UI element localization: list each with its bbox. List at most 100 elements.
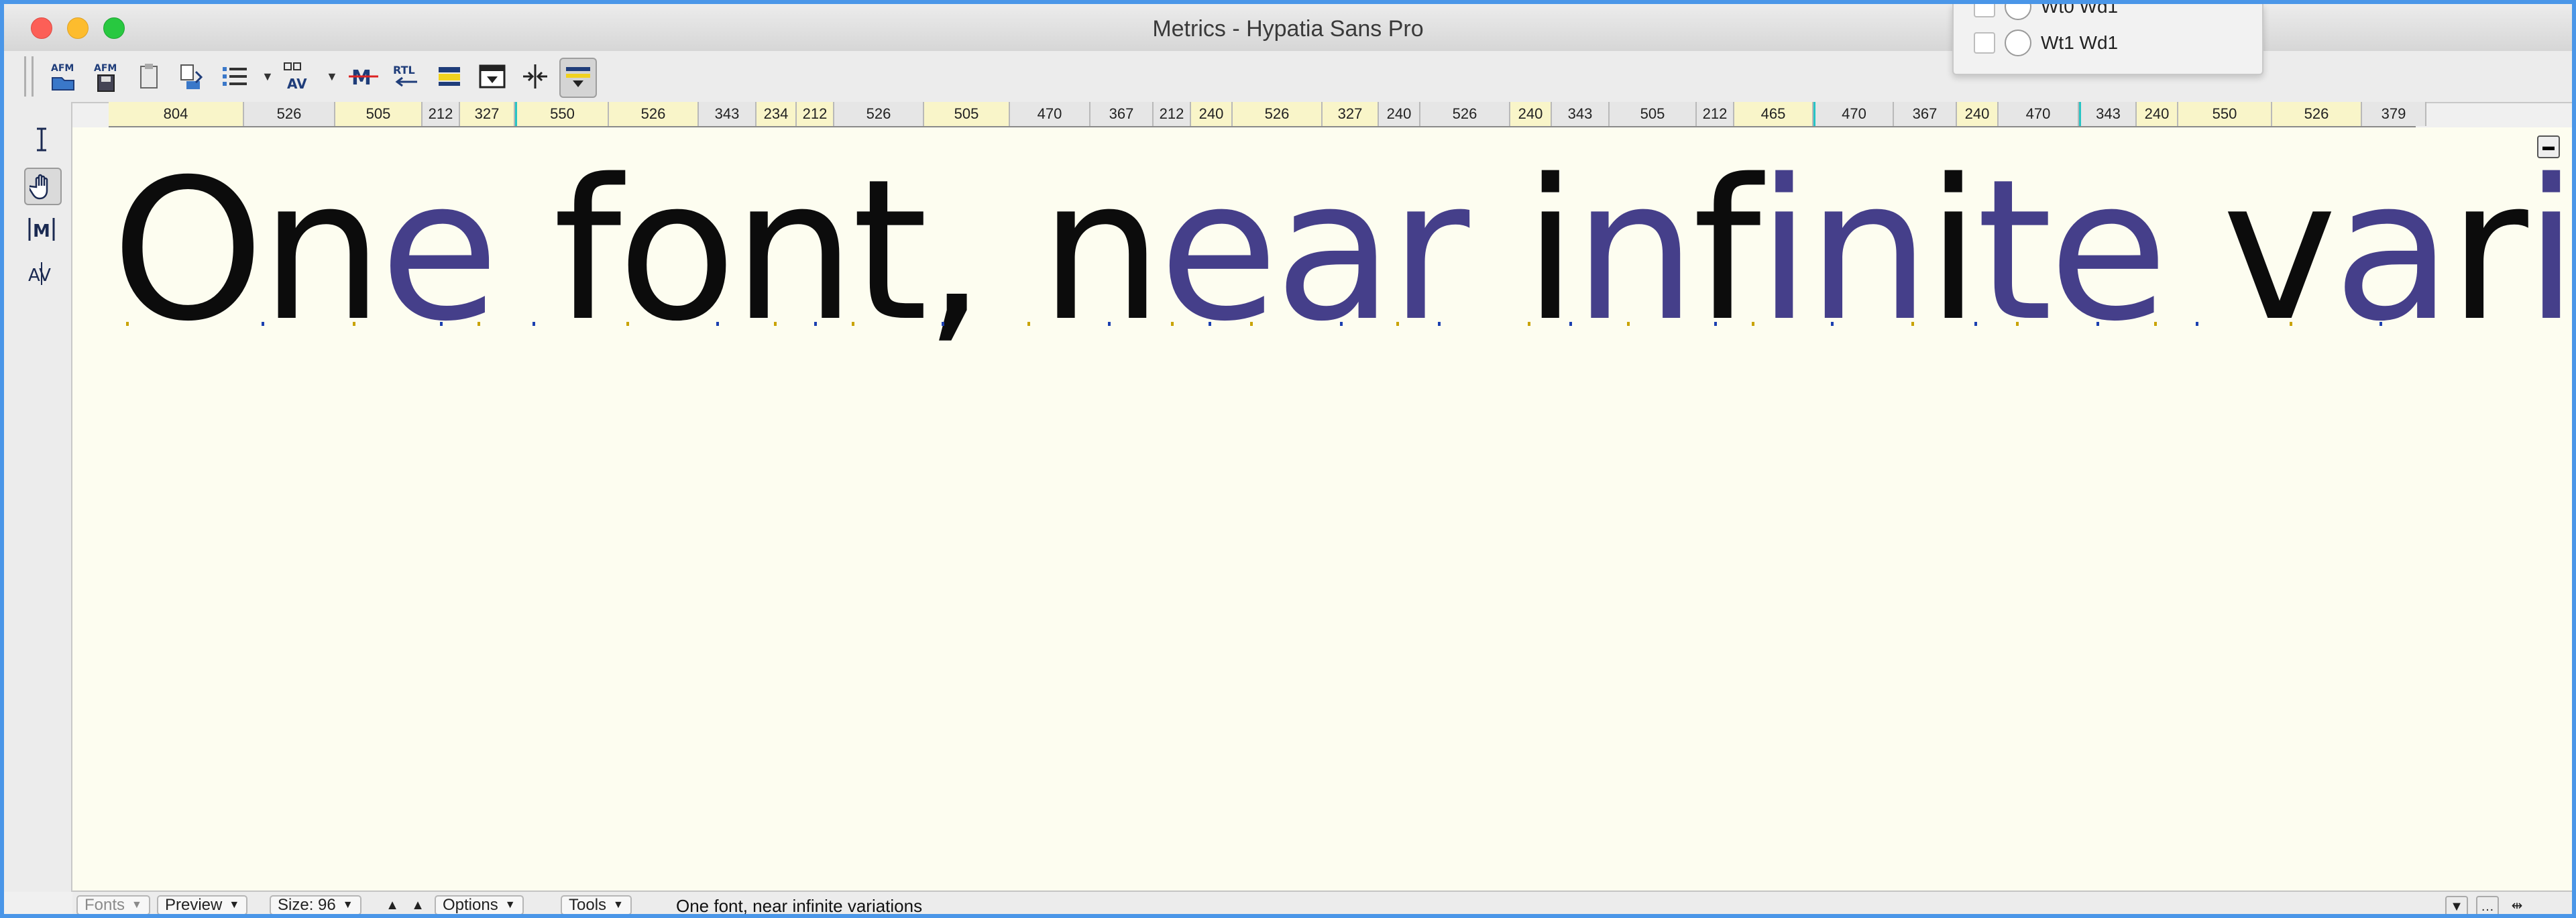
sample-text-segment: i <box>1756 138 1811 364</box>
more-icon[interactable]: … <box>2476 896 2499 914</box>
kerning-av-icon[interactable]: AV <box>280 58 315 95</box>
ruler-cell: 550 <box>515 102 609 126</box>
save-afm-icon[interactable]: AFM <box>89 58 123 95</box>
import-icon[interactable] <box>174 58 209 95</box>
ruler-cell: 379 <box>2362 102 2426 126</box>
tools-dropdown-label: Tools <box>569 896 607 914</box>
metrics-m-icon[interactable]: M <box>346 58 381 95</box>
ruler-cell: 367 <box>1090 102 1154 126</box>
glyph-origin-marker <box>2196 322 2198 326</box>
fonts-dropdown[interactable]: Fonts ▼ <box>76 895 150 914</box>
ruler-cell: 470 <box>1010 102 1090 126</box>
glyph-origin-marker <box>1831 322 1834 326</box>
glyph-origin-marker <box>1171 322 1174 326</box>
size-dropdown[interactable]: Size: 96 ▼ <box>270 895 361 914</box>
ruler-cell: 505 <box>924 102 1010 126</box>
glyph-origin-marker <box>126 322 129 326</box>
instance-row-wt0-wd1[interactable]: Wt0 Wd1 <box>1974 4 2118 20</box>
ruler-cell: 505 <box>1610 102 1697 126</box>
sample-text-segment: ia <box>2524 138 2575 364</box>
chevron-down-icon: ▼ <box>342 899 353 911</box>
insert-icon[interactable] <box>518 58 553 95</box>
ruler-cell: 526 <box>2272 102 2362 126</box>
ruler-cell: 367 <box>1894 102 1957 126</box>
chevron-down-icon: ▼ <box>504 899 516 911</box>
sample-text-segment: font, n <box>495 138 1163 364</box>
ruler-cell: 526 <box>609 102 699 126</box>
ruler-cell: 343 <box>699 102 757 126</box>
sample-text-segment: v <box>2164 138 2337 364</box>
glyph-origin-marker <box>1108 322 1111 326</box>
preview-dropdown[interactable]: Preview ▼ <box>157 895 248 914</box>
glyph-origin-marker <box>716 322 719 326</box>
kerning-tool-icon[interactable]: AV <box>24 256 59 291</box>
chevron-down-icon[interactable]: ▼ <box>2445 896 2468 914</box>
sample-text-segment: i <box>1465 138 1577 364</box>
large-mountain-icon[interactable]: ▲ <box>408 896 428 914</box>
ruler-cell: 240 <box>1379 102 1420 126</box>
tools-dropdown[interactable]: Tools ▼ <box>561 895 632 914</box>
sample-text-segment: a <box>2333 138 2453 364</box>
clipboard-icon[interactable] <box>131 58 166 95</box>
open-afm-icon[interactable]: AFM <box>46 58 80 95</box>
glyph-origin-marker <box>1027 322 1030 326</box>
ruler-cell: 234 <box>757 102 797 126</box>
panel-down-icon[interactable] <box>475 58 510 95</box>
ruler-cell: 470 <box>1813 102 1894 126</box>
baseline-icon[interactable] <box>559 58 597 98</box>
glyph-origin-marker <box>1627 322 1630 326</box>
glyph-origin-marker <box>1209 322 1211 326</box>
ruler-cell: 212 <box>797 102 834 126</box>
sample-text-field[interactable]: One font, near infinite variations <box>676 896 922 914</box>
glyph-origin-marker <box>626 322 629 326</box>
kerning-dropdown-caret-icon[interactable]: ▼ <box>326 70 338 84</box>
ruler-cell: 343 <box>1552 102 1610 126</box>
sample-text-segment: e <box>380 138 499 364</box>
instance-checkbox[interactable] <box>1974 4 1995 17</box>
metrics-tool-icon[interactable]: M <box>24 212 59 247</box>
sample-text-segment: i <box>1926 138 1980 364</box>
ruler-cell: 212 <box>1154 102 1191 126</box>
ruler-cell: 240 <box>1191 102 1233 126</box>
chevron-down-icon: ▼ <box>229 899 240 911</box>
list-dropdown-caret-icon[interactable]: ▼ <box>262 70 274 84</box>
glyph-origin-marker <box>440 322 443 326</box>
highlight-icon[interactable] <box>432 58 467 95</box>
small-mountain-icon[interactable]: ▲ <box>382 896 402 914</box>
sample-text-display[interactable]: One font, near infinite variations <box>111 154 2572 349</box>
ruler-cell: 212 <box>423 102 460 126</box>
glyph-origin-marker <box>2290 322 2292 326</box>
text-cursor-tool-icon[interactable] <box>24 122 59 157</box>
glyph-origin-marker <box>533 322 535 326</box>
list-icon[interactable] <box>217 58 252 95</box>
bottom-bar: Fonts ▼ Preview ▼ Size: 96 ▼ ▲ ▲ Options ▼ T… <box>72 891 2572 914</box>
svg-text:M: M <box>33 221 50 241</box>
sample-text-segment: ea <box>1158 138 1394 364</box>
svg-text:AV: AV <box>28 266 51 286</box>
toolbar-grip[interactable] <box>24 56 34 97</box>
split-view-icon[interactable]: ⇹ <box>2507 896 2527 914</box>
glyph-origin-marker <box>814 322 817 326</box>
ruler-cell: 526 <box>1233 102 1323 126</box>
ruler-cell: 526 <box>834 102 924 126</box>
instance-checkbox[interactable] <box>1974 32 1995 54</box>
options-dropdown[interactable]: Options ▼ <box>435 895 524 914</box>
instance-radio[interactable] <box>2005 4 2031 20</box>
ruler-cell: 212 <box>1697 102 1734 126</box>
instance-label: Wt1 Wd1 <box>2041 32 2119 53</box>
ruler-cell: 240 <box>1957 102 1999 126</box>
instance-row-wt1-wd1[interactable]: Wt1 Wd1 <box>1974 30 2118 56</box>
glyph-origin-markers <box>72 322 2487 329</box>
glyph-origin-marker <box>1752 322 1754 326</box>
ruler-cell: 526 <box>1420 102 1510 126</box>
glyph-origin-marker <box>1528 322 1530 326</box>
sample-text-segment: te <box>1976 138 2168 364</box>
svg-text:M: M <box>351 66 372 90</box>
glyph-origin-marker <box>774 322 777 326</box>
instance-radio[interactable] <box>2005 30 2031 56</box>
rtl-icon[interactable]: RTL <box>389 58 424 95</box>
metrics-canvas[interactable]: ▬ One font, near infinite variations <box>72 127 2572 891</box>
glyph-origin-marker <box>1438 322 1441 326</box>
hand-tool-icon[interactable] <box>24 168 62 205</box>
svg-text:AV: AV <box>287 76 307 92</box>
